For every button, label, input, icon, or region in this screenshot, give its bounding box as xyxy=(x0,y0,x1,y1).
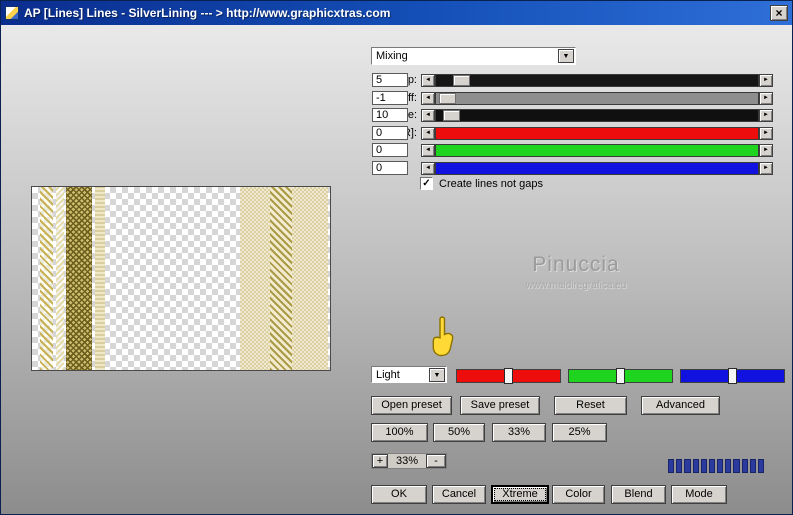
line-slider[interactable] xyxy=(435,109,759,122)
progress-segment xyxy=(741,459,748,473)
arrow-right-icon[interactable]: ► xyxy=(759,144,773,157)
cutoff-slider-row: Cutoff: ◄ ► xyxy=(369,92,773,105)
arrow-right-icon[interactable]: ► xyxy=(759,162,773,175)
progress-segment xyxy=(733,459,740,473)
plugin-window: AP [Lines] Lines - SilverLining --- > ht… xyxy=(0,0,793,515)
zoom-100-button[interactable]: 100% xyxy=(371,423,428,442)
zoom-50-button[interactable]: 50% xyxy=(433,423,485,442)
gap-slider-row: Gap: ◄ ► xyxy=(369,74,773,87)
line-slider-handle[interactable] xyxy=(443,110,460,121)
progress-segment xyxy=(668,459,675,473)
arrow-right-icon[interactable]: ► xyxy=(759,74,773,87)
xtreme-button[interactable]: Xtreme xyxy=(491,485,549,504)
pattern-band xyxy=(40,187,53,370)
watermark-site: www.maidiregrafica.eu xyxy=(525,280,627,291)
cutoff-slider[interactable] xyxy=(435,92,759,105)
gap-value-field[interactable]: 5 xyxy=(372,73,408,87)
create-lines-checkbox[interactable]: ✓ xyxy=(420,177,433,190)
red-fine-slider-handle[interactable] xyxy=(504,368,514,384)
save-preset-button[interactable]: Save preset xyxy=(460,396,540,415)
color-r-slider-row: Color[R]: ◄ ► xyxy=(369,127,773,140)
ok-button[interactable]: OK xyxy=(371,485,427,504)
zoom-in-button[interactable]: + xyxy=(372,454,388,468)
dialog-body: Mixing ▼ Gap: ◄ ► 5 Cutoff: ◄ ► -1 Line:… xyxy=(1,25,792,514)
gap-slider[interactable] xyxy=(435,74,759,87)
arrow-left-icon[interactable]: ◄ xyxy=(421,144,435,157)
light-dropdown[interactable]: Light ▼ xyxy=(371,366,447,383)
color-g-slider[interactable] xyxy=(435,144,759,157)
color-g-value-field[interactable]: 0 xyxy=(372,143,408,157)
color-b-value-field[interactable]: 0 xyxy=(372,161,408,175)
color-button[interactable]: Color xyxy=(552,485,605,504)
open-preset-button[interactable]: Open preset xyxy=(371,396,452,415)
arrow-right-icon[interactable]: ► xyxy=(759,109,773,122)
progress-segment xyxy=(692,459,699,473)
close-button[interactable]: × xyxy=(770,5,788,21)
progress-segment xyxy=(700,459,707,473)
arrow-left-icon[interactable]: ◄ xyxy=(421,162,435,175)
arrow-left-icon[interactable]: ◄ xyxy=(421,74,435,87)
progress-segment xyxy=(684,459,691,473)
cutoff-slider-handle[interactable] xyxy=(439,93,456,104)
gap-slider-handle[interactable] xyxy=(453,75,470,86)
color-b-slider-row: ◄ ► xyxy=(369,162,773,175)
chevron-down-icon[interactable]: ▼ xyxy=(558,49,574,63)
progress-segment xyxy=(717,459,724,473)
pointing-hand-icon xyxy=(429,316,455,358)
zoom-level: 33% xyxy=(395,455,419,467)
pattern-band xyxy=(95,187,105,370)
zoom-stepper: + 33% - xyxy=(371,453,447,469)
progress-bar xyxy=(668,459,765,473)
chevron-down-icon[interactable]: ▼ xyxy=(429,367,445,382)
light-dropdown-value: Light xyxy=(376,368,400,381)
cutoff-value-field[interactable]: -1 xyxy=(372,91,408,105)
watermark-name: Pinuccia xyxy=(532,253,620,276)
color-b-slider[interactable] xyxy=(435,162,759,175)
zoom-out-button[interactable]: - xyxy=(426,454,446,468)
arrow-left-icon[interactable]: ◄ xyxy=(421,127,435,140)
green-fine-slider-handle[interactable] xyxy=(616,368,626,384)
blue-fine-slider[interactable] xyxy=(680,368,785,384)
color-g-slider-row: ◄ ► xyxy=(369,144,773,157)
line-value-field[interactable]: 10 xyxy=(372,108,408,122)
mode-button[interactable]: Mode xyxy=(671,485,727,504)
pattern-band xyxy=(66,187,92,370)
progress-segment xyxy=(757,459,765,473)
create-lines-label: Create lines not gaps xyxy=(439,177,543,190)
arrow-left-icon[interactable]: ◄ xyxy=(421,109,435,122)
window-title: AP [Lines] Lines - SilverLining --- > ht… xyxy=(24,6,391,20)
progress-segment xyxy=(676,459,683,473)
arrow-right-icon[interactable]: ► xyxy=(759,92,773,105)
mixing-dropdown-value: Mixing xyxy=(376,50,408,62)
app-icon xyxy=(5,6,19,20)
advanced-button[interactable]: Advanced xyxy=(641,396,720,415)
zoom-25-button[interactable]: 25% xyxy=(552,423,607,442)
blend-button[interactable]: Blend xyxy=(611,485,666,504)
cancel-button[interactable]: Cancel xyxy=(432,485,486,504)
blue-fine-slider-handle[interactable] xyxy=(728,368,738,384)
progress-segment xyxy=(725,459,732,473)
line-slider-row: Line: ◄ ► xyxy=(369,109,773,122)
color-r-value-field[interactable]: 0 xyxy=(372,126,408,140)
arrow-left-icon[interactable]: ◄ xyxy=(421,92,435,105)
titlebar[interactable]: AP [Lines] Lines - SilverLining --- > ht… xyxy=(1,1,792,25)
watermark: Pinuccia www.maidiregrafica.eu xyxy=(441,253,711,291)
preview-image[interactable] xyxy=(31,186,331,371)
reset-button[interactable]: Reset xyxy=(554,396,627,415)
pattern-band xyxy=(270,187,292,370)
progress-segment xyxy=(708,459,716,473)
arrow-right-icon[interactable]: ► xyxy=(759,127,773,140)
red-fine-slider[interactable] xyxy=(456,368,561,384)
create-lines-option[interactable]: ✓ Create lines not gaps xyxy=(420,177,543,190)
green-fine-slider[interactable] xyxy=(568,368,673,384)
color-r-slider[interactable] xyxy=(435,127,759,140)
zoom-33-button[interactable]: 33% xyxy=(492,423,546,442)
mixing-dropdown[interactable]: Mixing ▼ xyxy=(371,47,576,65)
pattern-band xyxy=(56,187,64,370)
progress-segment xyxy=(749,459,756,473)
